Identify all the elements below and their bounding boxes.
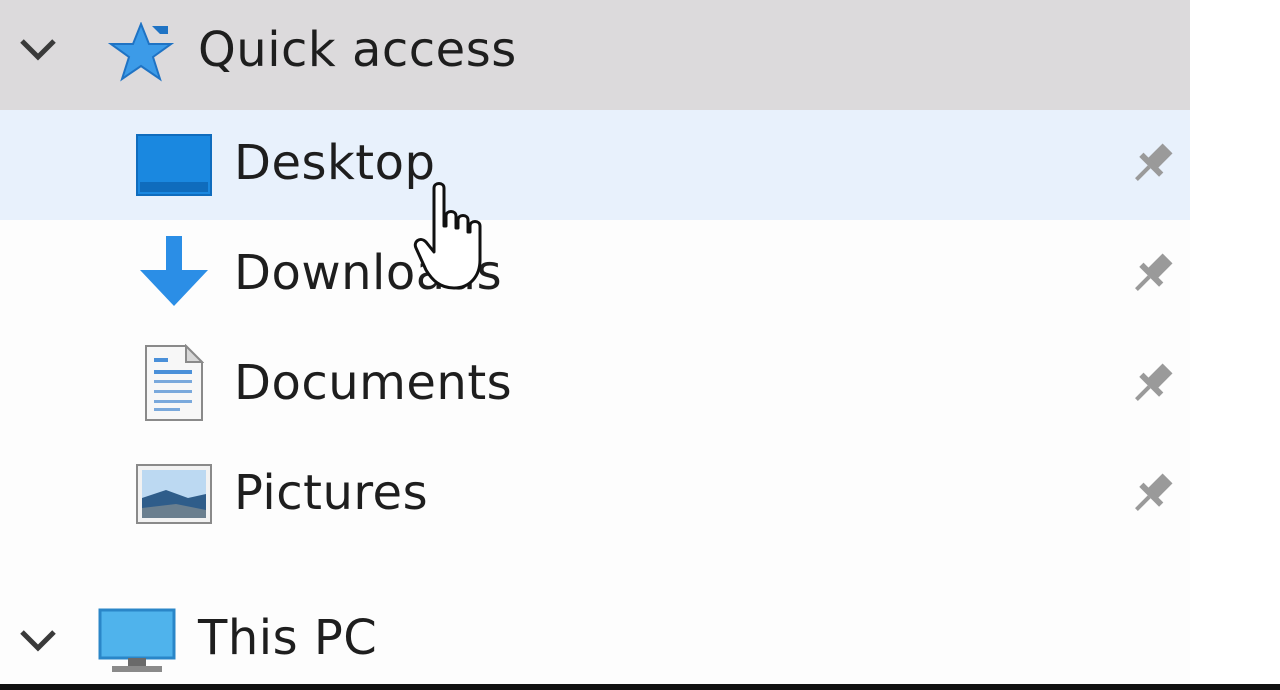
monitor-icon [98,608,176,672]
nav-item-label: Desktop [234,135,436,191]
this-pc-node[interactable]: This PC [0,586,1190,684]
nav-item-label: Downloads [234,245,503,301]
star-icon [108,22,174,82]
pin-icon[interactable] [1126,358,1178,410]
pin-icon[interactable] [1126,468,1178,520]
nav-item-downloads[interactable]: Downloads [0,220,1190,330]
nav-item-desktop[interactable]: Desktop [0,110,1190,220]
pictures-icon [136,464,212,524]
desktop-folder-icon [136,134,212,196]
pin-icon[interactable] [1126,248,1178,300]
quick-access-label: Quick access [198,22,517,78]
pin-icon[interactable] [1126,138,1178,190]
download-arrow-icon [140,236,208,306]
nav-item-documents[interactable]: Documents [0,330,1190,440]
document-icon [145,344,204,421]
nav-item-label: Documents [234,355,513,411]
chevron-down-icon[interactable] [16,27,60,71]
nav-item-pictures[interactable]: Pictures [0,440,1190,550]
nav-item-label: Pictures [234,465,429,521]
quick-access-node[interactable]: Quick access [0,0,1190,110]
content-pane-edge [1190,0,1280,690]
navigation-pane: Quick access Desktop Downloads Documents… [0,0,1190,690]
chevron-down-icon[interactable] [16,618,60,662]
window-bottom-border [0,684,1280,690]
this-pc-label: This PC [198,610,378,666]
